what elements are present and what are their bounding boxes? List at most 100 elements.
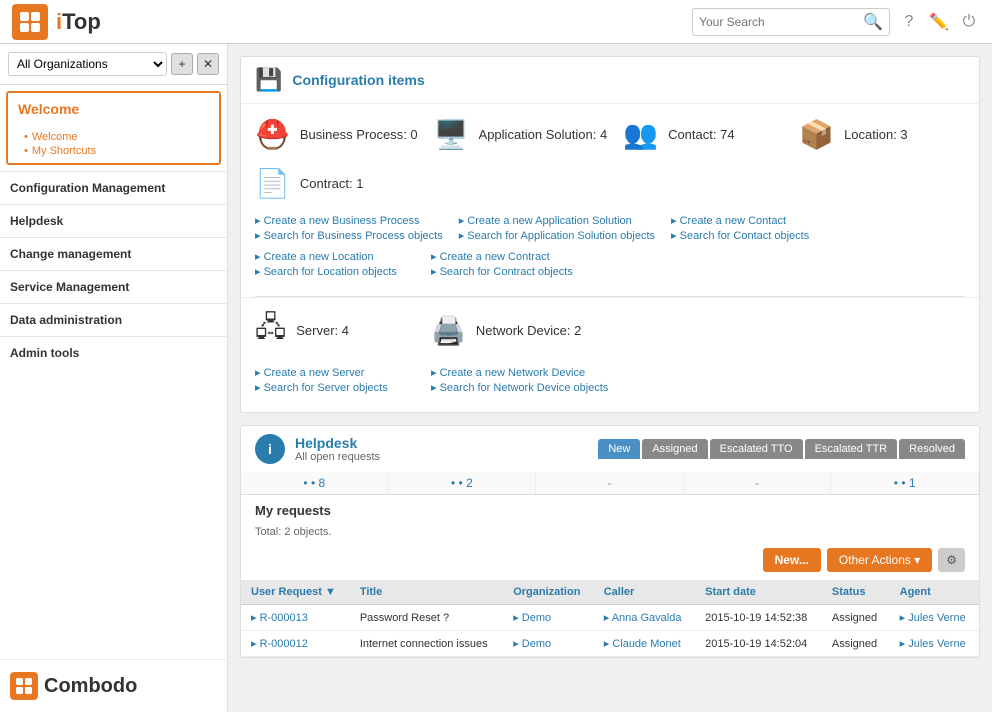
org-remove-btn[interactable]: ✕ — [197, 53, 219, 75]
contact-links: Create a new Contact Search for Contact … — [671, 214, 831, 242]
search-icon[interactable]: 🔍 — [863, 12, 883, 32]
sidebar-item-change-management[interactable]: Change management — [0, 237, 227, 270]
contract-label: Contract: 1 — [300, 176, 364, 191]
cell-caller-2[interactable]: Claude Monet — [594, 631, 695, 657]
contact-icon: 👥 — [623, 118, 658, 151]
search-business-process-link[interactable]: Search for Business Process objects — [255, 229, 443, 242]
search-app-solution-link[interactable]: Search for Application Solution objects — [459, 229, 655, 242]
cell-status-1: Assigned — [822, 605, 890, 631]
cell-org-1[interactable]: Demo — [503, 605, 594, 631]
cell-org-2[interactable]: Demo — [503, 631, 594, 657]
col-user-request[interactable]: User Request ▼ — [241, 580, 350, 605]
config-items-grid: ⛑️ Business Process: 0 🖥️ Application So… — [241, 104, 979, 214]
cell-status-2: Assigned — [822, 631, 890, 657]
org-add-btn[interactable]: + — [171, 53, 193, 75]
action-bar: New... Other Actions ▾ ⚙ — [241, 544, 979, 580]
org-selector: All Organizations + ✕ — [0, 44, 227, 85]
help-icon[interactable]: ? — [898, 11, 920, 33]
org-select[interactable]: All Organizations — [8, 52, 167, 76]
helpdesk-card: i Helpdesk All open requests New Assigne… — [240, 425, 980, 658]
count-escalated-tto: - — [536, 472, 684, 494]
welcome-header[interactable]: Welcome — [8, 93, 219, 125]
col-start-date[interactable]: Start date — [695, 580, 822, 605]
contact-label: Contact: 74 — [668, 127, 735, 142]
sidebar-item-configuration-management[interactable]: Configuration Management — [0, 171, 227, 204]
tab-assigned[interactable]: Assigned — [642, 439, 707, 459]
topbar: iTop 🔍 ? ✏️ ⏻ — [0, 0, 992, 44]
logo-area: iTop — [12, 4, 101, 40]
contract-icon: 📄 — [255, 167, 290, 200]
contract-links: Create a new Contract Search for Contrac… — [431, 250, 591, 278]
welcome-link-welcome[interactable]: Welcome — [24, 131, 209, 143]
cell-request-id-2[interactable]: R-000012 — [241, 631, 350, 657]
create-network-link[interactable]: Create a new Network Device — [431, 366, 608, 379]
sidebar-item-helpdesk[interactable]: Helpdesk — [0, 204, 227, 237]
welcome-section: Welcome Welcome My Shortcuts — [6, 91, 221, 165]
helpdesk-counts: • 8 • 2 - - • 1 — [241, 472, 979, 495]
location-icon: 📦 — [799, 118, 834, 151]
sidebar-item-admin-tools[interactable]: Admin tools — [0, 336, 227, 369]
cell-agent-1[interactable]: Jules Verne — [890, 605, 979, 631]
location-links: Create a new Location Search for Locatio… — [255, 250, 415, 278]
location-label: Location: 3 — [844, 127, 908, 142]
config-items-row2: 🖧 Server: 4 🖨️ Network Device: 2 — [241, 297, 979, 366]
table-row: R-000013 Password Reset ? Demo Anna Gava… — [241, 605, 979, 631]
search-server-link[interactable]: Search for Server objects — [255, 381, 415, 394]
count-resolved[interactable]: • 1 — [831, 472, 979, 494]
config-item-contract: 📄 Contract: 1 — [255, 167, 415, 200]
col-organization[interactable]: Organization — [503, 580, 594, 605]
search-input[interactable] — [699, 15, 859, 29]
network-links: Create a new Network Device Search for N… — [431, 366, 608, 394]
server-links: Create a new Server Search for Server ob… — [255, 366, 415, 394]
tab-escalated-tto[interactable]: Escalated TTO — [710, 439, 803, 459]
sidebar-item-service-management[interactable]: Service Management — [0, 270, 227, 303]
cell-request-id-1[interactable]: R-000013 — [241, 605, 350, 631]
new-request-button[interactable]: New... — [763, 548, 821, 572]
sidebar-item-data-administration[interactable]: Data administration — [0, 303, 227, 336]
col-title[interactable]: Title — [350, 580, 503, 605]
create-business-process-link[interactable]: Create a new Business Process — [255, 214, 443, 227]
search-contract-link[interactable]: Search for Contract objects — [431, 265, 591, 278]
count-escalated-ttr: - — [684, 472, 832, 494]
col-status[interactable]: Status — [822, 580, 890, 605]
power-icon[interactable]: ⏻ — [958, 11, 980, 33]
cell-agent-2[interactable]: Jules Verne — [890, 631, 979, 657]
tab-new[interactable]: New — [598, 439, 640, 459]
tab-resolved[interactable]: Resolved — [899, 439, 965, 459]
table-body: R-000013 Password Reset ? Demo Anna Gava… — [241, 605, 979, 657]
table-settings-button[interactable]: ⚙ — [938, 548, 965, 572]
create-contract-link[interactable]: Create a new Contract — [431, 250, 591, 263]
col-agent[interactable]: Agent — [890, 580, 979, 605]
create-contact-link[interactable]: Create a new Contact — [671, 214, 831, 227]
logo-text: iTop — [56, 9, 101, 35]
helpdesk-header: i Helpdesk All open requests New Assigne… — [241, 426, 979, 472]
cell-title-2: Internet connection issues — [350, 631, 503, 657]
config-items-header: 💾 Configuration items — [241, 57, 979, 104]
layout: All Organizations + ✕ Welcome Welcome My… — [0, 44, 992, 712]
config-items-title: Configuration items — [292, 72, 424, 88]
config-item-network: 🖨️ Network Device: 2 — [431, 306, 591, 354]
create-app-solution-link[interactable]: Create a new Application Solution — [459, 214, 655, 227]
combodo-text: Combodo — [44, 675, 137, 698]
other-actions-button[interactable]: Other Actions ▾ — [827, 548, 932, 572]
col-caller[interactable]: Caller — [594, 580, 695, 605]
config-item-location: 📦 Location: 3 — [799, 118, 959, 151]
network-icon: 🖨️ — [431, 314, 466, 347]
tab-escalated-ttr[interactable]: Escalated TTR — [805, 439, 898, 459]
combodo-footer: Combodo — [0, 659, 227, 712]
search-network-link[interactable]: Search for Network Device objects — [431, 381, 608, 394]
network-label: Network Device: 2 — [476, 323, 581, 338]
create-server-link[interactable]: Create a new Server — [255, 366, 415, 379]
search-location-link[interactable]: Search for Location objects — [255, 265, 415, 278]
search-contact-link[interactable]: Search for Contact objects — [671, 229, 831, 242]
create-location-link[interactable]: Create a new Location — [255, 250, 415, 263]
cell-date-2: 2015-10-19 14:52:04 — [695, 631, 822, 657]
config-items-header-icon: 💾 — [255, 67, 282, 93]
total-label: Total: 2 objects. — [241, 526, 979, 544]
count-assigned[interactable]: • 2 — [389, 472, 537, 494]
cell-caller-1[interactable]: Anna Gavalda — [594, 605, 695, 631]
welcome-link-shortcuts[interactable]: My Shortcuts — [24, 145, 209, 157]
count-new[interactable]: • 8 — [241, 472, 389, 494]
edit-icon[interactable]: ✏️ — [928, 11, 950, 33]
config-item-server: 🖧 Server: 4 — [255, 306, 415, 354]
